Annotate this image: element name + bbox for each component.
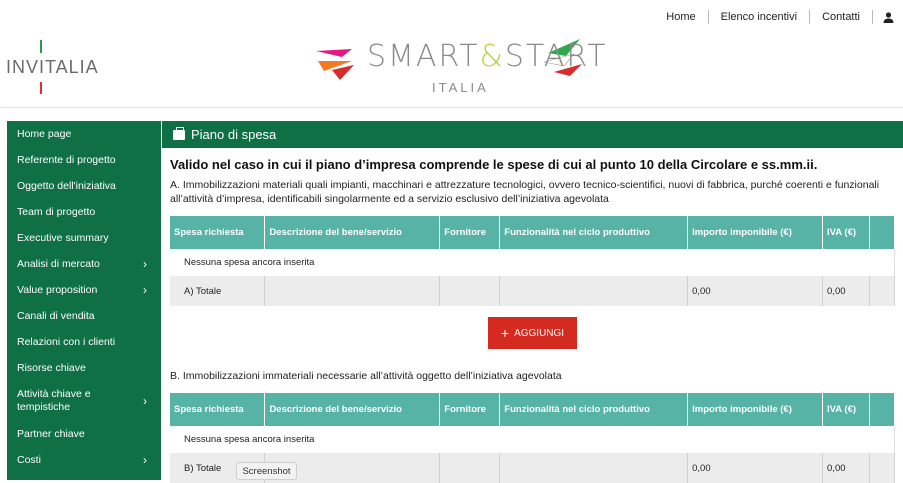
table-header-row: Spesa richiesta Descrizione del bene/ser…: [170, 393, 896, 426]
smart-start-subtitle: ITALIA: [432, 80, 489, 95]
total-iva: 0,00: [822, 453, 870, 483]
main-content: Piano di spesa Valido nel caso in cui il…: [162, 121, 903, 483]
column-header-funzionalita: Funzionalità nel ciclo produttivo: [499, 393, 689, 426]
column-header-spesa: Spesa richiesta: [170, 216, 266, 249]
sidebar-item-label: Executive summary: [17, 232, 109, 244]
spese-table-a: Spesa richiesta Descrizione del bene/ser…: [170, 216, 896, 306]
column-header-iva: IVA (€): [822, 216, 870, 249]
column-header-fornitore: Fornitore: [439, 393, 501, 426]
column-header-funzionalita: Funzionalità nel ciclo produttivo: [499, 216, 689, 249]
chevron-right-icon: ›: [143, 283, 147, 297]
sidebar-item-label: Partner chiave: [17, 428, 85, 440]
sidebar-item-label: Canali di vendita: [17, 310, 95, 322]
column-header-actions: [869, 216, 896, 249]
table-header-row: Spesa richiesta Descrizione del bene/ser…: [170, 216, 896, 249]
sidebar-item-label: Oggetto dell'iniziativa: [17, 180, 116, 192]
sidebar-item-costi[interactable]: Costi ›: [7, 447, 161, 473]
sidebar-item-label: Team di progetto: [17, 206, 96, 218]
sidebar-item-attivita-chiave[interactable]: Attività chiave e tempistiche ›: [7, 381, 161, 421]
empty-message: Nessuna spesa ancora inserita: [170, 426, 895, 453]
invitalia-wordmark: INVITALIA: [6, 57, 99, 77]
section-title: Valido nel caso in cui il piano d’impres…: [170, 157, 818, 172]
top-navigation: Home Elenco incentivi Contatti: [654, 0, 903, 34]
column-header-importo: Importo imponibile (€): [687, 393, 824, 426]
column-header-actions: [869, 393, 896, 426]
chevron-right-icon: ›: [143, 257, 147, 271]
invitalia-logo[interactable]: INVITALIA: [6, 40, 101, 95]
column-header-importo: Importo imponibile (€): [687, 216, 824, 249]
total-cell-empty: [499, 453, 689, 483]
sidebar-item-label: Value proposition: [17, 284, 98, 296]
sidebar-item-label: Attività chiave e tempistiche: [17, 388, 91, 413]
column-header-descrizione: Descrizione del bene/servizio: [264, 393, 441, 426]
sidebar-item-label: Risorse chiave: [17, 362, 86, 374]
nav-link-contatti[interactable]: Contatti: [810, 10, 873, 24]
briefcase-icon: [173, 126, 185, 140]
user-icon[interactable]: [873, 11, 903, 23]
sidebar-item-referente[interactable]: Referente di progetto: [7, 147, 161, 173]
plus-icon: +: [500, 325, 510, 341]
total-imponibile: 0,00: [687, 453, 824, 483]
add-button-label: AGGIUNGI: [514, 327, 565, 339]
nav-link-home[interactable]: Home: [654, 10, 709, 24]
column-header-descrizione: Descrizione del bene/servizio: [264, 216, 441, 249]
table-row-empty: Nessuna spesa ancora inserita: [170, 249, 895, 276]
sidebar-item-analisi-mercato[interactable]: Analisi di mercato ›: [7, 251, 161, 277]
table-row-total: A) Totale 0,00 0,00: [170, 276, 896, 306]
smart-start-wordmark: SMART&START: [367, 39, 608, 74]
sidebar-item-relazioni-clienti[interactable]: Relazioni con i clienti: [7, 329, 161, 355]
total-label: A) Totale: [170, 276, 266, 306]
sidebar-item-canali-vendita[interactable]: Canali di vendita: [7, 303, 161, 329]
sidebar: Home page Referente di progetto Oggetto …: [7, 121, 161, 480]
chevron-right-icon: ›: [143, 393, 147, 408]
sidebar-item-label: Home page: [17, 128, 72, 140]
screenshot-tooltip: Screenshot: [236, 462, 297, 480]
smart-start-logo[interactable]: SMART&START ITALIA: [312, 36, 605, 102]
sidebar-item-executive-summary[interactable]: Executive summary: [7, 225, 161, 251]
column-header-iva: IVA (€): [822, 393, 870, 426]
total-cell-empty: [264, 276, 441, 306]
sidebar-item-label: Analisi di mercato: [17, 258, 100, 270]
panel-title: Piano di spesa: [191, 127, 277, 142]
total-cell-empty: [499, 276, 689, 306]
logo-green-bar: [40, 40, 42, 53]
sidebar-item-partner-chiave[interactable]: Partner chiave: [7, 421, 161, 447]
panel-header: Piano di spesa: [162, 121, 903, 148]
sidebar-item-label: Referente di progetto: [17, 154, 116, 166]
chevron-right-icon: ›: [143, 453, 147, 467]
logo-red-bar: [40, 82, 42, 94]
empty-message: Nessuna spesa ancora inserita: [170, 249, 895, 276]
table-row-empty: Nessuna spesa ancora inserita: [170, 426, 895, 453]
sidebar-item-oggetto[interactable]: Oggetto dell'iniziativa: [7, 173, 161, 199]
section-b-description: B. Immobilizzazioni immateriali necessar…: [170, 370, 562, 382]
nav-link-incentivi[interactable]: Elenco incentivi: [709, 10, 811, 24]
total-cell-empty: [439, 276, 501, 306]
sidebar-item-label: Relazioni con i clienti: [17, 336, 116, 348]
total-cell-empty: [439, 453, 501, 483]
sidebar-item-home-page[interactable]: Home page: [7, 121, 161, 147]
header-separator: [0, 107, 903, 108]
column-header-spesa: Spesa richiesta: [170, 393, 266, 426]
sidebar-item-risorse-chiave[interactable]: Risorse chiave: [7, 355, 161, 381]
total-imponibile: 0,00: [687, 276, 824, 306]
total-cell-empty: [869, 276, 896, 306]
sidebar-item-label: Costi: [17, 454, 41, 466]
section-a-description: A. Immobilizzazioni materiali quali impi…: [170, 179, 880, 205]
add-expense-button[interactable]: + AGGIUNGI: [488, 317, 577, 349]
total-iva: 0,00: [822, 276, 870, 306]
column-header-fornitore: Fornitore: [439, 216, 501, 249]
total-cell-empty: [869, 453, 896, 483]
sidebar-item-team[interactable]: Team di progetto: [7, 199, 161, 225]
sidebar-item-value-proposition[interactable]: Value proposition ›: [7, 277, 161, 303]
